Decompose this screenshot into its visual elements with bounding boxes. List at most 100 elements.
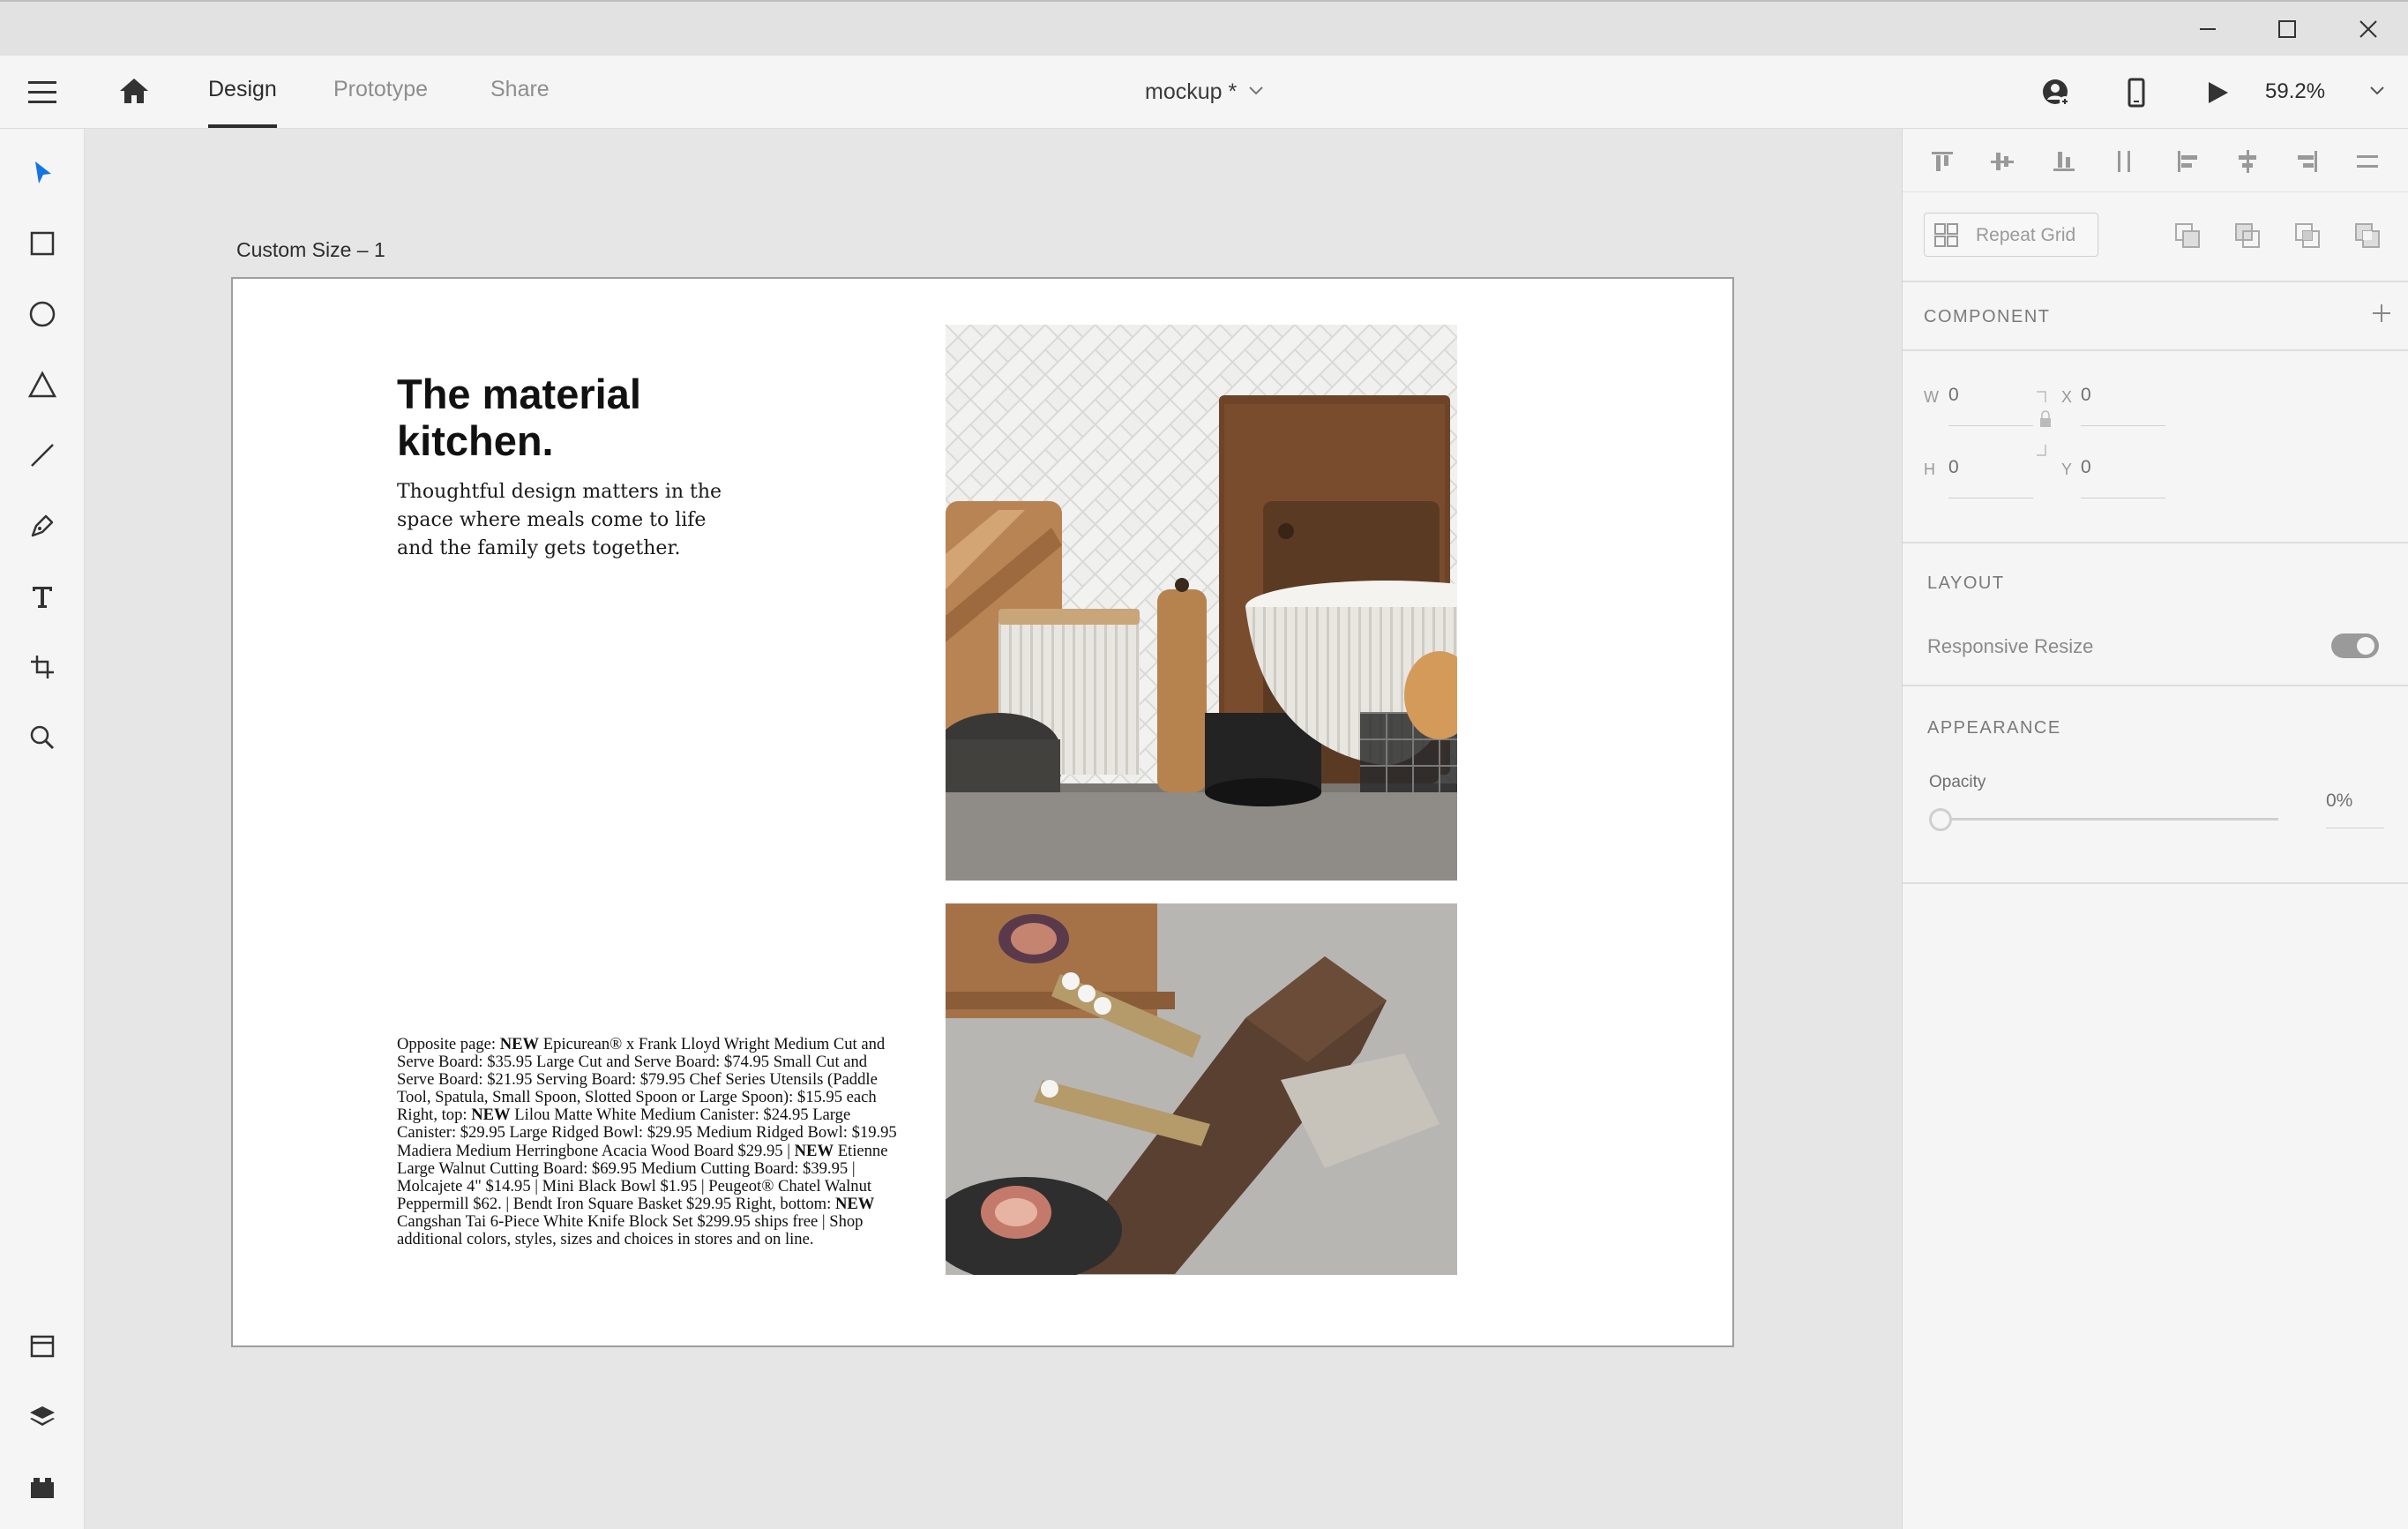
add-boolean-icon[interactable] <box>2172 221 2202 251</box>
polygon-tool[interactable] <box>21 364 64 406</box>
x-field[interactable]: 0 <box>2081 385 2091 406</box>
section-divider <box>1903 882 2408 884</box>
headline-text[interactable]: The material kitchen. <box>397 371 714 464</box>
distribute-horizontal-icon[interactable] <box>2109 146 2139 176</box>
appearance-section-title: APPEARANCE <box>1927 718 2061 738</box>
play-preview-button[interactable] <box>2198 73 2237 112</box>
play-icon <box>2209 82 2228 103</box>
close-icon <box>2359 20 2377 38</box>
y-field[interactable]: 0 <box>2081 457 2091 478</box>
home-button[interactable] <box>116 73 152 109</box>
align-middle-icon[interactable] <box>1987 146 2017 176</box>
line-icon <box>31 444 54 467</box>
x-label: X <box>2061 388 2073 406</box>
opacity-slider-thumb[interactable] <box>1929 808 1952 831</box>
artboard-icon <box>31 656 54 678</box>
add-component-icon[interactable] <box>2370 302 2393 325</box>
triangle-icon <box>27 371 57 398</box>
text-icon <box>33 587 52 608</box>
width-underline <box>1948 425 2033 426</box>
share-user-button[interactable] <box>2037 73 2075 112</box>
align-right-icon[interactable] <box>2292 146 2322 176</box>
ellipse-tool[interactable] <box>21 293 64 335</box>
pen-icon <box>31 514 54 537</box>
property-inspector: Repeat Grid COMPONENT W 0 H 0 X 0 Y 0 LA… <box>1902 129 2408 1529</box>
subhead-text[interactable]: Thoughtful design matters in the space w… <box>397 478 732 563</box>
section-divider <box>1903 349 2408 351</box>
zoom-chevron-down-icon[interactable] <box>2369 85 2385 97</box>
share-user-icon <box>2043 79 2070 107</box>
toggle-knob <box>2357 637 2374 655</box>
line-tool[interactable] <box>21 434 64 476</box>
tool-bar <box>0 129 85 1529</box>
design-canvas[interactable]: Custom Size – 1 The material kitchen. Th… <box>85 129 1902 1529</box>
component-section-title: COMPONENT <box>1924 307 2051 326</box>
hamburger-menu-icon <box>28 81 56 103</box>
knife-block-photo[interactable] <box>946 903 1457 1275</box>
kitchen-shelf-photo[interactable] <box>946 325 1457 881</box>
select-arrow-icon <box>35 161 51 184</box>
assets-panel-button[interactable] <box>21 1325 64 1368</box>
plugins-panel-button[interactable] <box>21 1466 64 1509</box>
minimize-icon <box>2200 28 2216 30</box>
lock-aspect-icon[interactable] <box>2033 390 2056 457</box>
section-divider <box>1903 685 2408 686</box>
maximize-button[interactable] <box>2247 4 2327 55</box>
tab-design[interactable]: Design <box>208 77 277 128</box>
opacity-value[interactable]: 0% <box>2326 791 2352 812</box>
distribute-vertical-icon[interactable] <box>2352 146 2382 176</box>
zoom-tool[interactable] <box>21 716 64 759</box>
opacity-label: Opacity <box>1929 773 1986 791</box>
repeat-grid-label: Repeat Grid <box>1976 225 2076 245</box>
repeat-grid-button[interactable]: Repeat Grid <box>1924 213 2098 257</box>
subtract-boolean-icon[interactable] <box>2232 221 2262 251</box>
maximize-icon <box>2278 20 2296 38</box>
width-label: W <box>1924 388 1939 406</box>
y-label: Y <box>2061 461 2073 478</box>
intersect-boolean-icon[interactable] <box>2292 221 2322 251</box>
app-header: Design Prototype Share mockup * 59.2% <box>0 56 2408 129</box>
select-tool[interactable] <box>21 152 64 194</box>
section-divider <box>1903 542 2408 543</box>
tab-prototype[interactable]: Prototype <box>333 77 428 128</box>
caption-text[interactable]: Opposite page: NEW Epicurean® x Frank Ll… <box>397 1035 904 1248</box>
layers-icon <box>30 1406 55 1426</box>
height-label: H <box>1924 461 1935 478</box>
tab-share[interactable]: Share <box>490 77 550 128</box>
repeat-grid-icon <box>1934 223 1958 247</box>
layout-section-title: LAYOUT <box>1927 573 2005 593</box>
align-top-icon[interactable] <box>1927 146 1957 176</box>
assets-icon <box>30 1335 55 1358</box>
rectangle-tool[interactable] <box>21 222 64 265</box>
layers-panel-button[interactable] <box>21 1396 64 1438</box>
home-icon <box>120 79 148 103</box>
chevron-down-icon[interactable] <box>1247 84 1265 98</box>
opacity-slider-track[interactable] <box>1940 818 2278 821</box>
rectangle-icon <box>30 231 55 256</box>
responsive-resize-toggle[interactable] <box>2331 633 2379 658</box>
document-title[interactable]: mockup * <box>1145 79 1237 105</box>
align-left-icon[interactable] <box>2172 146 2202 176</box>
plugin-icon <box>31 1478 54 1498</box>
device-preview-button[interactable] <box>2117 73 2156 112</box>
artboard-tool[interactable] <box>21 646 64 688</box>
artboard[interactable]: The material kitchen. Thoughtful design … <box>231 277 1734 1347</box>
exclude-overlap-icon[interactable] <box>2352 221 2382 251</box>
height-field[interactable]: 0 <box>1948 457 1959 478</box>
window-title-bar <box>0 0 2408 56</box>
minimize-button[interactable] <box>2168 4 2247 55</box>
pen-tool[interactable] <box>21 505 64 547</box>
x-underline <box>2081 425 2165 426</box>
close-button[interactable] <box>2329 4 2408 55</box>
device-preview-icon <box>2128 78 2145 108</box>
search-icon <box>30 725 55 750</box>
hamburger-menu-button[interactable] <box>26 79 62 106</box>
artboard-name[interactable]: Custom Size – 1 <box>236 238 385 262</box>
text-tool[interactable] <box>21 575 64 618</box>
alignment-toolbar <box>1903 129 2408 192</box>
align-bottom-icon[interactable] <box>2049 146 2079 176</box>
responsive-resize-label: Responsive Resize <box>1927 635 2094 657</box>
width-field[interactable]: 0 <box>1948 385 1959 406</box>
align-center-icon[interactable] <box>2232 146 2262 176</box>
zoom-level[interactable]: 59.2% <box>2265 79 2325 104</box>
